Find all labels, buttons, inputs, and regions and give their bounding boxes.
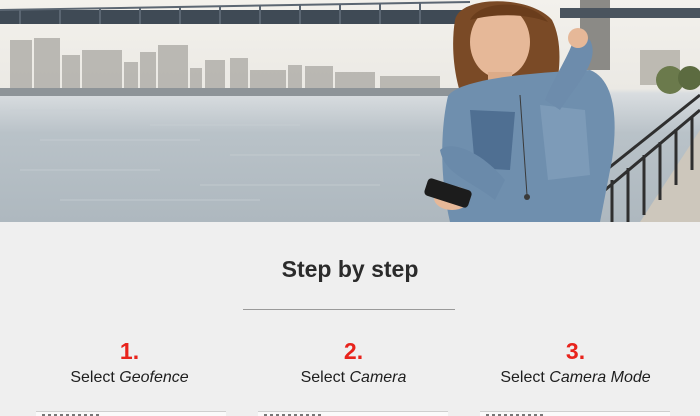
step-2: 2. Select Camera — [237, 338, 470, 388]
step-1-screenshot — [36, 411, 226, 416]
step-1: 1. Select Geofence — [13, 338, 246, 388]
step-3: 3. Select Camera Mode — [459, 338, 692, 388]
step-1-term: Geofence — [119, 369, 189, 386]
step-2-prefix: Select — [300, 369, 346, 386]
step-2-label: Select Camera — [237, 368, 470, 388]
step-2-number: 2. — [343, 338, 364, 364]
step-3-prefix: Select — [500, 369, 545, 386]
step-1-label: Select Geofence — [13, 368, 246, 388]
step-3-label: Select Camera Mode — [459, 368, 692, 388]
step-1-number: 1. — [119, 338, 140, 364]
step-2-screenshot — [258, 411, 448, 416]
title-divider — [243, 309, 455, 310]
step-1-prefix: Select — [70, 369, 115, 386]
step-3-screenshot — [480, 411, 670, 416]
step-3-number: 3. — [565, 338, 586, 364]
step-2-term: Camera — [349, 369, 407, 386]
hero-illustration — [0, 0, 700, 222]
hero-photo — [0, 0, 700, 222]
section-title: Step by step — [281, 256, 419, 282]
step-3-term: Camera Mode — [549, 369, 651, 386]
